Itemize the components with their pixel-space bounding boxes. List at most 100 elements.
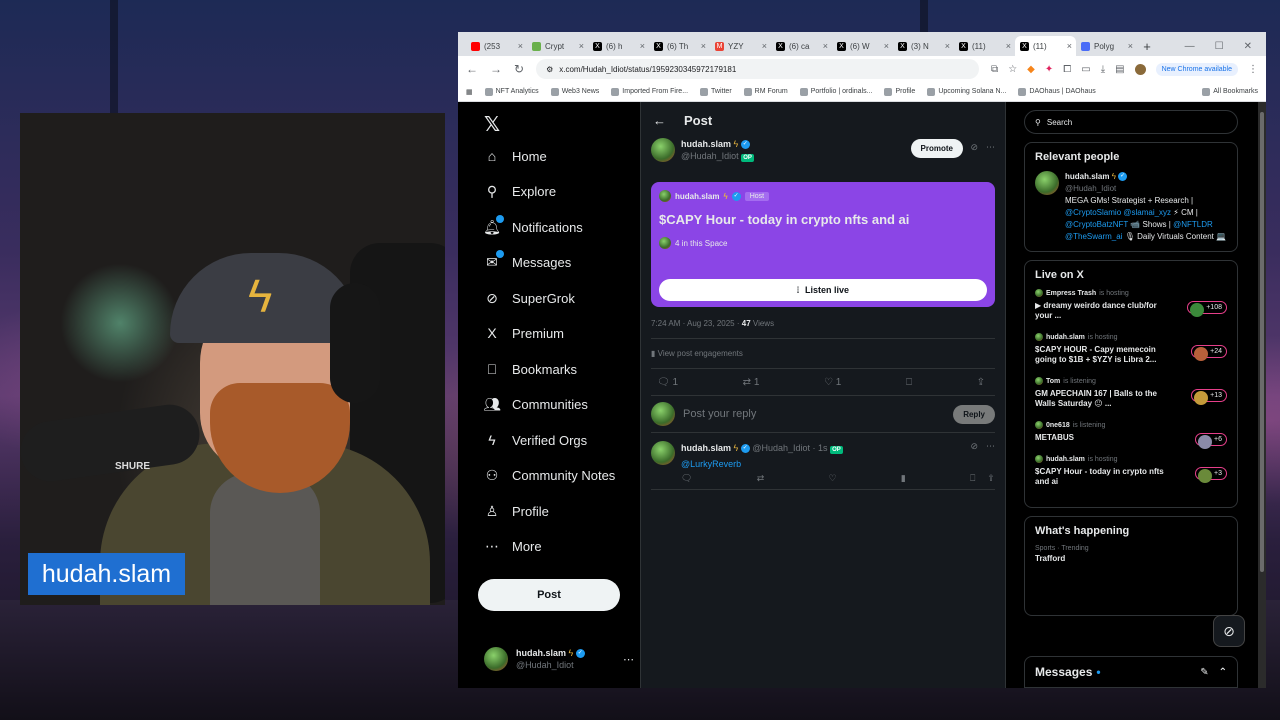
close-tab-icon[interactable]: × [1067, 41, 1072, 51]
nav-item-verified-orgs[interactable]: ϟ Verified Orgs [484, 432, 587, 448]
like-action[interactable]: ♡ 1 [824, 377, 841, 388]
browser-tab[interactable]: X (6) h × [588, 36, 649, 56]
scrollbar-thumb[interactable] [1260, 112, 1264, 572]
bookmark-icon[interactable]: ⎕ [906, 377, 912, 388]
bookmark-item[interactable]: NFT Analytics [484, 87, 539, 96]
nav-item-community-notes[interactable]: ⚇ Community Notes [484, 467, 616, 483]
cast-icon[interactable]: ▤ [1115, 64, 1124, 75]
nav-item-home[interactable]: ⌂ Home [484, 148, 547, 164]
comment-mention[interactable]: @LurkyReverb [681, 457, 843, 471]
bookmark-item[interactable]: DAOhaus | DAOhaus [1018, 87, 1096, 96]
back-arrow-icon[interactable]: ← [653, 113, 666, 128]
author-name[interactable]: hudah.slam [681, 139, 731, 149]
close-tab-icon[interactable]: × [579, 41, 584, 51]
metamask-icon[interactable]: ◆ [1027, 64, 1035, 75]
close-tab-icon[interactable]: × [884, 41, 889, 51]
bio-mention[interactable]: @CryptoBatzNFT [1065, 220, 1128, 229]
close-tab-icon[interactable]: × [945, 41, 950, 51]
bio-mention[interactable]: @CryptoSlamio @slamai_xyz [1065, 208, 1171, 217]
bookmark-item[interactable]: Portfolio | ordinals... [799, 87, 872, 96]
more-icon[interactable]: ⋯ [986, 441, 995, 452]
browser-tab[interactable]: X (11) × [954, 36, 1015, 56]
reply-input[interactable]: Post your reply [683, 408, 945, 420]
heart-icon[interactable]: ♡ [828, 473, 836, 484]
reply-action[interactable]: 🗨︎ 1 [657, 377, 678, 388]
avatar[interactable] [651, 138, 675, 162]
promote-button[interactable]: Promote [910, 139, 963, 158]
bookmark-item[interactable]: Upcoming Solana N... [927, 87, 1006, 96]
person-name[interactable]: hudah.slam [1065, 172, 1109, 181]
reply-button[interactable]: Reply [953, 404, 995, 424]
trend-name[interactable]: Trafford [1035, 554, 1227, 563]
close-tab-icon[interactable]: × [701, 41, 706, 51]
browser-tab[interactable]: X (6) ca × [771, 36, 832, 56]
live-space-item[interactable]: Tom is listening GM APECHAIN 167 | Balls… [1035, 377, 1227, 409]
reply-post[interactable]: hudah.slam ϟ ✓ @Hudah_Idiot · 1s OP @Lur… [641, 433, 1005, 489]
avatar[interactable] [651, 441, 675, 465]
close-tab-icon[interactable]: × [1006, 41, 1011, 51]
share-icon[interactable]: ⇪ [987, 473, 995, 484]
nav-item-notifications[interactable]: 🔔︎ Notifications [483, 215, 583, 235]
more-icon[interactable]: ⋯ [623, 653, 634, 666]
live-space-item[interactable]: hudah.slam is hosting $CAPY Hour - today… [1035, 455, 1227, 487]
new-tab-button[interactable]: + [1137, 36, 1157, 56]
account-switcher[interactable]: hudah.slam ϟ ✓ @Hudah_Idiot ⋯ [484, 647, 634, 671]
close-tab-icon[interactable]: × [1128, 41, 1133, 51]
grok-icon[interactable]: ⊘ [970, 441, 978, 452]
minimize-icon[interactable]: — [1185, 41, 1195, 52]
close-tab-icon[interactable]: × [762, 41, 767, 51]
close-tab-icon[interactable]: × [518, 41, 523, 51]
reload-icon[interactable]: ↻ [514, 62, 524, 76]
nav-item-messages[interactable]: ✉ Messages [484, 250, 571, 270]
site-info-icon[interactable]: ⚙ [546, 65, 553, 74]
space-card[interactable]: hudah.slam ϟ ✓ Host $CAPY Hour - today i… [651, 182, 995, 307]
nav-item-explore[interactable]: ⚲ Explore [484, 183, 556, 199]
comment-author-handle[interactable]: @Hudah_Idiot [752, 443, 810, 453]
x-logo-icon[interactable]: 𝕏 [484, 112, 500, 137]
maximize-icon[interactable]: ☐ [1215, 41, 1224, 52]
nav-item-communities[interactable]: 👥︎ Communities [483, 396, 588, 412]
more-icon[interactable]: ⋯ [986, 142, 995, 153]
profile-avatar[interactable] [1134, 63, 1146, 75]
close-tab-icon[interactable]: × [640, 41, 645, 51]
install-icon[interactable]: ⧉ [991, 64, 998, 75]
bookmark-item[interactable]: Profile [884, 87, 915, 96]
expand-icon[interactable]: ⌃ [1219, 667, 1227, 678]
bookmark-item[interactable]: RM Forum [743, 87, 788, 96]
listen-live-button[interactable]: ⦙ Listen live [659, 279, 987, 301]
repost-icon[interactable]: ⇄ [757, 473, 765, 484]
chrome-update-button[interactable]: New Chrome available [1155, 62, 1238, 76]
back-icon[interactable]: ← [466, 62, 478, 76]
relevant-person[interactable]: hudah.slam ϟ ✓ @Hudah_Idiot MEGA GMs! St… [1035, 171, 1227, 243]
grok-icon[interactable]: ⊘ [970, 142, 978, 153]
analytics-icon[interactable]: ▮ [901, 473, 906, 484]
menu-icon[interactable]: ⋮ [1248, 64, 1258, 75]
all-bookmarks[interactable]: All Bookmarks [1202, 87, 1258, 96]
close-tab-icon[interactable]: × [823, 41, 828, 51]
view-engagements-link[interactable]: ▮ View post engagements [641, 339, 1005, 358]
bookmark-item[interactable]: Twitter [700, 87, 732, 96]
browser-tab[interactable]: X (6) Th × [649, 36, 710, 56]
nav-item-profile[interactable]: ♙ Profile [484, 503, 549, 519]
repost-action[interactable]: ⇄ 1 [743, 377, 760, 388]
compose-message-icon[interactable]: ✎ [1200, 667, 1208, 678]
bookmark-item[interactable]: Web3 News [550, 87, 599, 96]
browser-tab[interactable]: Polyg × [1076, 36, 1137, 56]
nav-item-bookmarks[interactable]: ⎕ Bookmarks [484, 361, 577, 377]
reply-icon[interactable]: 🗨︎ [681, 473, 692, 484]
live-space-item[interactable]: Empress Trash is hosting ▶ dreamy weirdo… [1035, 289, 1227, 321]
live-space-item[interactable]: hudah.slam is hosting $CAPY HOUR - Capy … [1035, 333, 1227, 365]
browser-tab[interactable]: M YZY × [710, 36, 771, 56]
nav-item-supergrok[interactable]: ⊘ SuperGrok [484, 290, 575, 306]
grok-icon[interactable]: ⊘ [1213, 615, 1245, 647]
puzzle-icon[interactable]: ⧠ [1063, 64, 1071, 75]
search-input[interactable]: ⚲ Search [1024, 110, 1238, 134]
close-icon[interactable]: ✕ [1244, 41, 1252, 52]
browser-tab[interactable]: (253 × [466, 36, 527, 56]
browser-tab[interactable]: X (6) W × [832, 36, 893, 56]
comment-author-name[interactable]: hudah.slam [681, 443, 731, 453]
download-icon[interactable]: ⤓ [1101, 64, 1105, 75]
browser-tab[interactable]: X (3) N × [893, 36, 954, 56]
nav-item-premium[interactable]: X Premium [484, 325, 564, 341]
url-field[interactable]: ⚙ x.com/Hudah_Idiot/status/1959230345972… [536, 59, 980, 79]
